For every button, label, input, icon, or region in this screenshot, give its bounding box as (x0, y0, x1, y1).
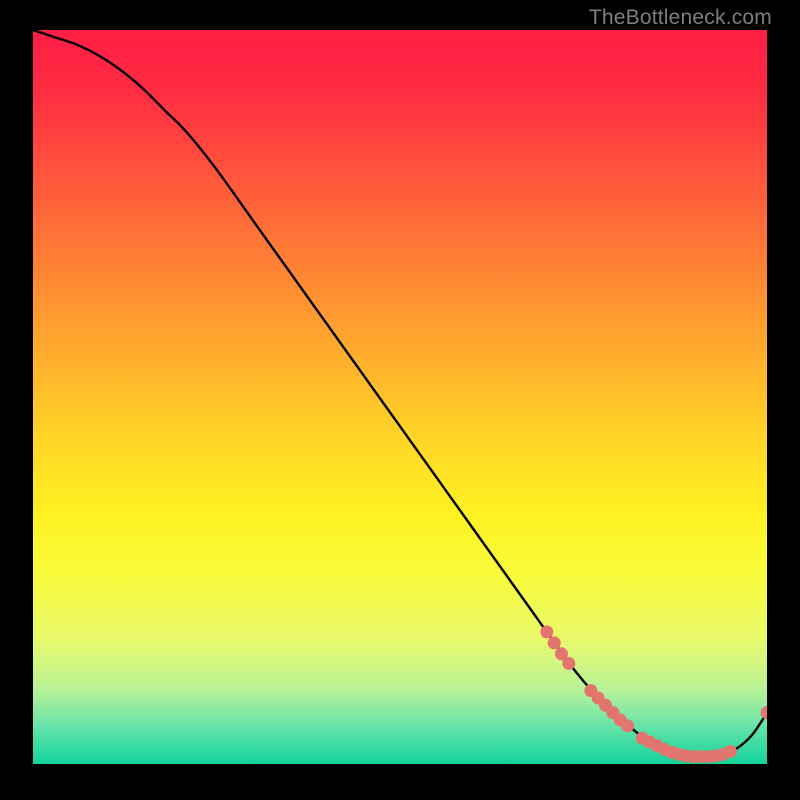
marker-group (540, 625, 767, 763)
credit-label: TheBottleneck.com (589, 6, 772, 30)
data-marker (548, 636, 561, 649)
chart-container: TheBottleneck.com (0, 0, 800, 800)
data-marker (540, 625, 553, 638)
plot-area (33, 30, 767, 764)
data-marker (562, 657, 575, 670)
data-marker (761, 706, 768, 719)
curve-svg (33, 30, 767, 764)
bottleneck-curve (33, 30, 767, 757)
data-marker (621, 719, 634, 732)
data-marker (724, 745, 737, 758)
